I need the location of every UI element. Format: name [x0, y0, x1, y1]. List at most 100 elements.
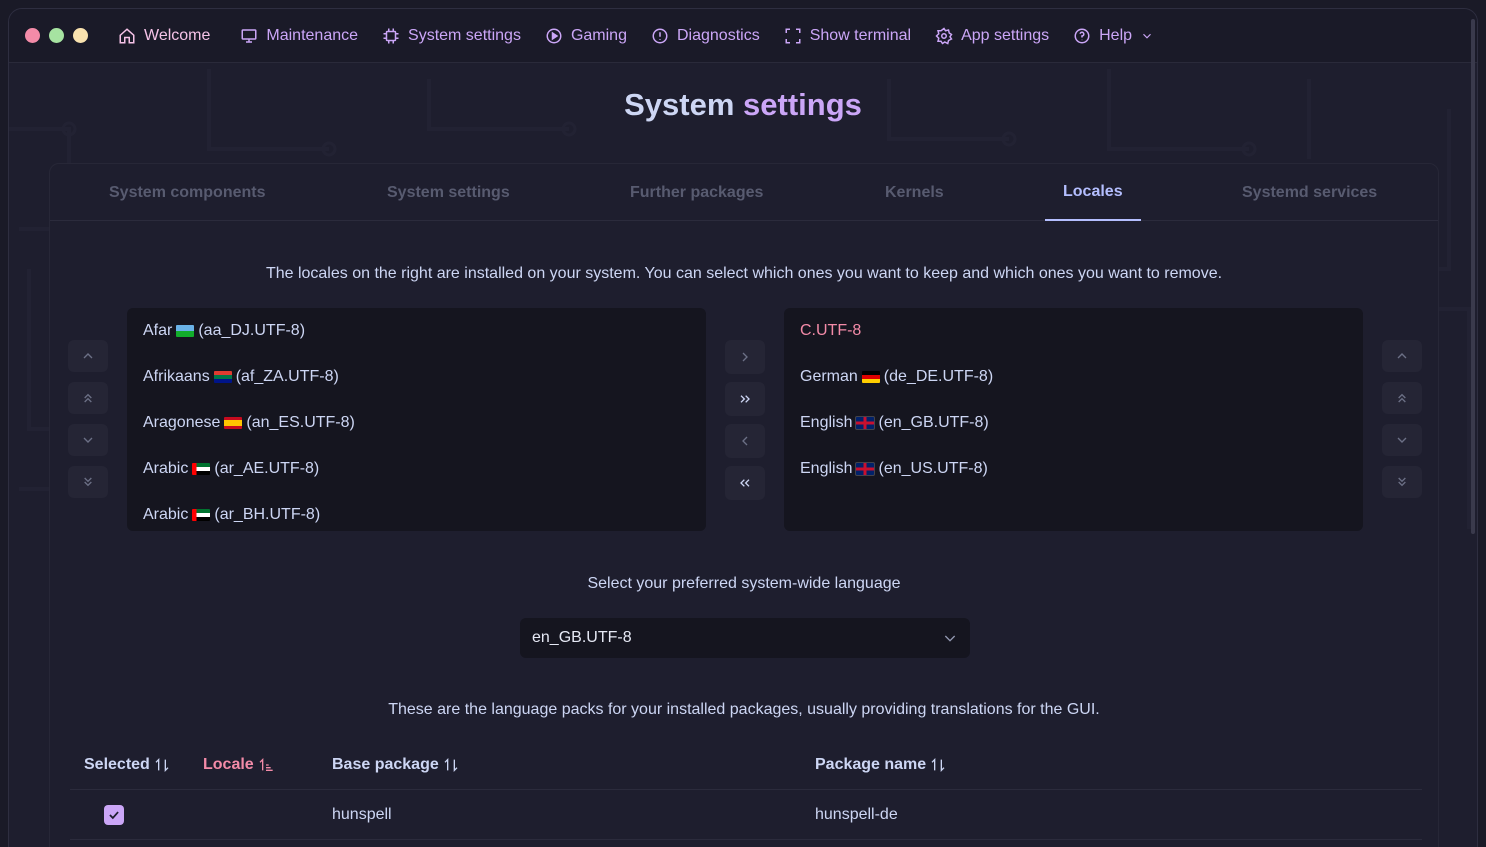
- left-move-up-button[interactable]: [68, 340, 108, 372]
- locale-code: (en_GB.UTF-8): [878, 414, 989, 431]
- sort-icon: [931, 758, 945, 772]
- play-circle-icon: [546, 28, 562, 43]
- table-header: Selected Locale Base package Package nam…: [70, 740, 1422, 790]
- row-select-checkbox[interactable]: [104, 805, 124, 825]
- language-select-label: Select your preferred system-wide langua…: [587, 575, 901, 592]
- tab-system-components[interactable]: System components: [109, 164, 265, 221]
- page-title-part1: System: [624, 87, 735, 122]
- nav-label: App settings: [961, 26, 1050, 44]
- add-all-button[interactable]: [725, 382, 765, 416]
- right-move-bottom-button[interactable]: [1382, 466, 1422, 498]
- sort-icon: [444, 758, 458, 772]
- column-header-package-name[interactable]: Package name: [815, 740, 946, 790]
- column-header-label: Selected: [84, 756, 150, 773]
- list-item[interactable]: German (de_DE.UTF-8): [784, 354, 1363, 400]
- right-move-down-button[interactable]: [1382, 424, 1422, 456]
- column-header-locale[interactable]: Locale: [203, 740, 274, 790]
- chevron-left-icon: [742, 436, 748, 446]
- tab-further-packages[interactable]: Further packages: [630, 164, 763, 221]
- column-header-label: Package name: [815, 756, 927, 773]
- flag-es-icon: [224, 417, 243, 429]
- locale-code: (ar_AE.UTF-8): [214, 460, 320, 477]
- column-header-label: Locale: [203, 756, 254, 773]
- nav-maintenance[interactable]: Maintenance: [228, 21, 370, 51]
- remove-all-button[interactable]: [725, 466, 765, 500]
- sort-icon: [155, 758, 169, 772]
- language-packs-description: These are the language packs for your in…: [388, 701, 1100, 718]
- minimize-window-button[interactable]: [49, 28, 64, 43]
- nav-gaming[interactable]: Gaming: [533, 21, 639, 51]
- left-move-top-button[interactable]: [68, 382, 108, 414]
- add-selected-button[interactable]: [725, 340, 765, 374]
- locale-name: German: [800, 368, 858, 385]
- list-item[interactable]: Arabic (ar_AE.UTF-8): [127, 446, 706, 492]
- tab-locales[interactable]: Locales: [1045, 164, 1141, 221]
- title-bar: Welcome Maintenance System settings Gami…: [9, 9, 1477, 63]
- nav-help[interactable]: Help: [1061, 21, 1166, 51]
- chevrons-left-icon: [740, 479, 750, 487]
- nav-label: Help: [1099, 26, 1133, 44]
- nav-welcome[interactable]: Welcome: [106, 21, 222, 51]
- available-locales-list[interactable]: Afar (aa_DJ.UTF-8) Afrikaans (af_ZA.UTF-8)…: [127, 308, 706, 531]
- column-header-selected[interactable]: Selected: [84, 740, 170, 790]
- nav-label: Welcome: [144, 26, 211, 44]
- locale-name: Afar: [143, 322, 173, 339]
- list-item[interactable]: Aragonese (an_ES.UTF-8): [127, 400, 706, 446]
- fullscreen-icon: [785, 28, 801, 43]
- tab-systemd-services[interactable]: Systemd services: [1242, 164, 1377, 221]
- info-icon: [652, 28, 668, 43]
- nav-label: Diagnostics: [676, 26, 760, 44]
- column-header-base-package[interactable]: Base package: [332, 740, 459, 790]
- flag-ae-icon: [192, 509, 211, 521]
- nav-app-settings[interactable]: App settings: [923, 21, 1061, 51]
- chevron-up-icon: [1397, 353, 1407, 359]
- left-move-down-button[interactable]: [68, 424, 108, 456]
- cpu-icon: [383, 28, 399, 43]
- list-item[interactable]: English (en_GB.UTF-8): [784, 400, 1363, 446]
- list-item[interactable]: Arabic (ar_BH.UTF-8): [127, 492, 706, 531]
- locale-code: (aa_DJ.UTF-8): [198, 322, 306, 339]
- app-window: Welcome Maintenance System settings Gami…: [8, 8, 1478, 847]
- right-move-top-button[interactable]: [1382, 382, 1422, 414]
- locale-name: Afrikaans: [143, 368, 210, 385]
- nav-label: Show terminal: [809, 26, 912, 44]
- remove-selected-button[interactable]: [725, 424, 765, 458]
- chevrons-down-icon: [1398, 477, 1406, 487]
- column-header-label: Base package: [332, 756, 439, 773]
- home-icon: [119, 27, 135, 43]
- window-scrollbar[interactable]: [1471, 19, 1475, 534]
- locale-name: English: [800, 414, 853, 431]
- page-title: System settings: [9, 87, 1477, 123]
- list-item[interactable]: C.UTF-8: [784, 308, 1363, 354]
- chevron-down-icon: [83, 437, 93, 443]
- table-row[interactable]: hunspell hunspell-de: [70, 790, 1422, 840]
- list-item[interactable]: Afar (aa_DJ.UTF-8): [127, 308, 706, 354]
- locales-description: The locales on the right are installed o…: [265, 265, 1223, 282]
- flag-gb-icon: [855, 416, 876, 430]
- nav-system-settings[interactable]: System settings: [370, 21, 533, 51]
- language-packs-table: Selected Locale Base package Package nam…: [70, 740, 1422, 840]
- left-move-bottom-button[interactable]: [68, 466, 108, 498]
- gear-icon: [935, 26, 953, 45]
- flag-za-icon: [213, 371, 232, 383]
- chevrons-down-icon: [84, 477, 92, 487]
- list-item[interactable]: English (en_US.UTF-8): [784, 446, 1363, 492]
- locale-name: English: [800, 460, 853, 477]
- tab-kernels[interactable]: Kernels: [885, 164, 944, 221]
- tab-system-settings[interactable]: System settings: [387, 164, 510, 221]
- chevron-right-icon: [742, 352, 748, 362]
- system-language-select[interactable]: en_GB.UTF-8: [520, 618, 970, 658]
- locale-code: (an_ES.UTF-8): [246, 414, 355, 431]
- list-item[interactable]: Afrikaans (af_ZA.UTF-8): [127, 354, 706, 400]
- close-window-button[interactable]: [25, 28, 40, 43]
- nav-show-terminal[interactable]: Show terminal: [772, 21, 923, 51]
- locale-code: (ar_BH.UTF-8): [214, 506, 321, 523]
- installed-locales-list[interactable]: C.UTF-8 German (de_DE.UTF-8) English (en_G…: [784, 308, 1363, 531]
- locale-name: Aragonese: [143, 414, 221, 431]
- right-move-up-button[interactable]: [1382, 340, 1422, 372]
- settings-panel: System components System settings Furthe…: [49, 163, 1439, 847]
- flag-ae-icon: [192, 463, 211, 475]
- nav-diagnostics[interactable]: Diagnostics: [639, 21, 772, 51]
- maximize-window-button[interactable]: [73, 28, 88, 43]
- monitor-icon: [241, 28, 257, 43]
